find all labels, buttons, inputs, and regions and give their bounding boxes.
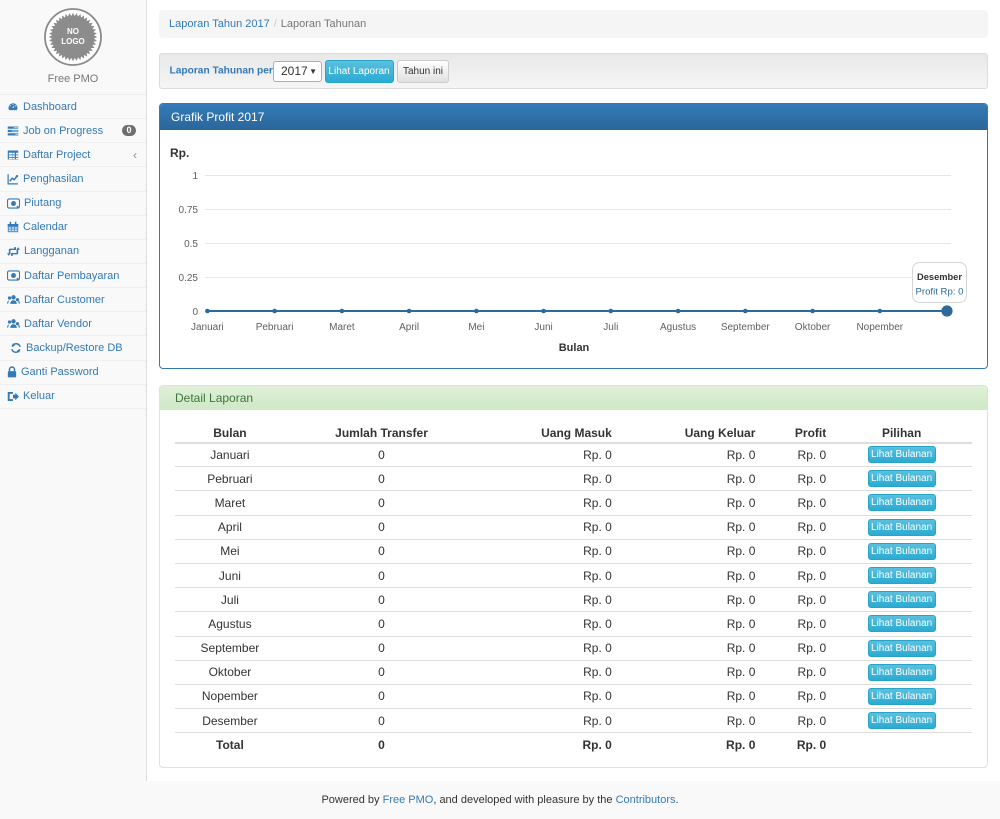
svg-text:April: April <box>399 322 419 333</box>
svg-text:Nopember: Nopember <box>856 322 903 333</box>
svg-text:Rp.: Rp. <box>170 146 189 160</box>
svg-text:Profit Rp: 0: Profit Rp: 0 <box>916 287 964 298</box>
svg-text:Pebruari: Pebruari <box>256 322 294 333</box>
svg-text:1: 1 <box>192 171 198 182</box>
svg-text:0: 0 <box>192 307 198 318</box>
svg-text:Juli: Juli <box>603 322 618 333</box>
svg-text:Juni: Juni <box>534 322 552 333</box>
svg-text:LOGO: LOGO <box>61 37 85 46</box>
svg-text:NO: NO <box>67 27 79 36</box>
svg-text:Desember: Desember <box>917 272 962 282</box>
svg-text:0.25: 0.25 <box>179 273 199 284</box>
svg-text:Agustus: Agustus <box>660 322 696 333</box>
svg-text:Mei: Mei <box>468 322 484 333</box>
svg-text:0.75: 0.75 <box>179 205 199 216</box>
svg-text:September: September <box>721 322 771 333</box>
svg-text:0.5: 0.5 <box>184 239 198 250</box>
svg-text:Maret: Maret <box>329 322 355 333</box>
svg-text:Oktober: Oktober <box>795 322 831 333</box>
svg-text:Bulan: Bulan <box>559 342 590 354</box>
svg-text:Januari: Januari <box>191 322 224 333</box>
